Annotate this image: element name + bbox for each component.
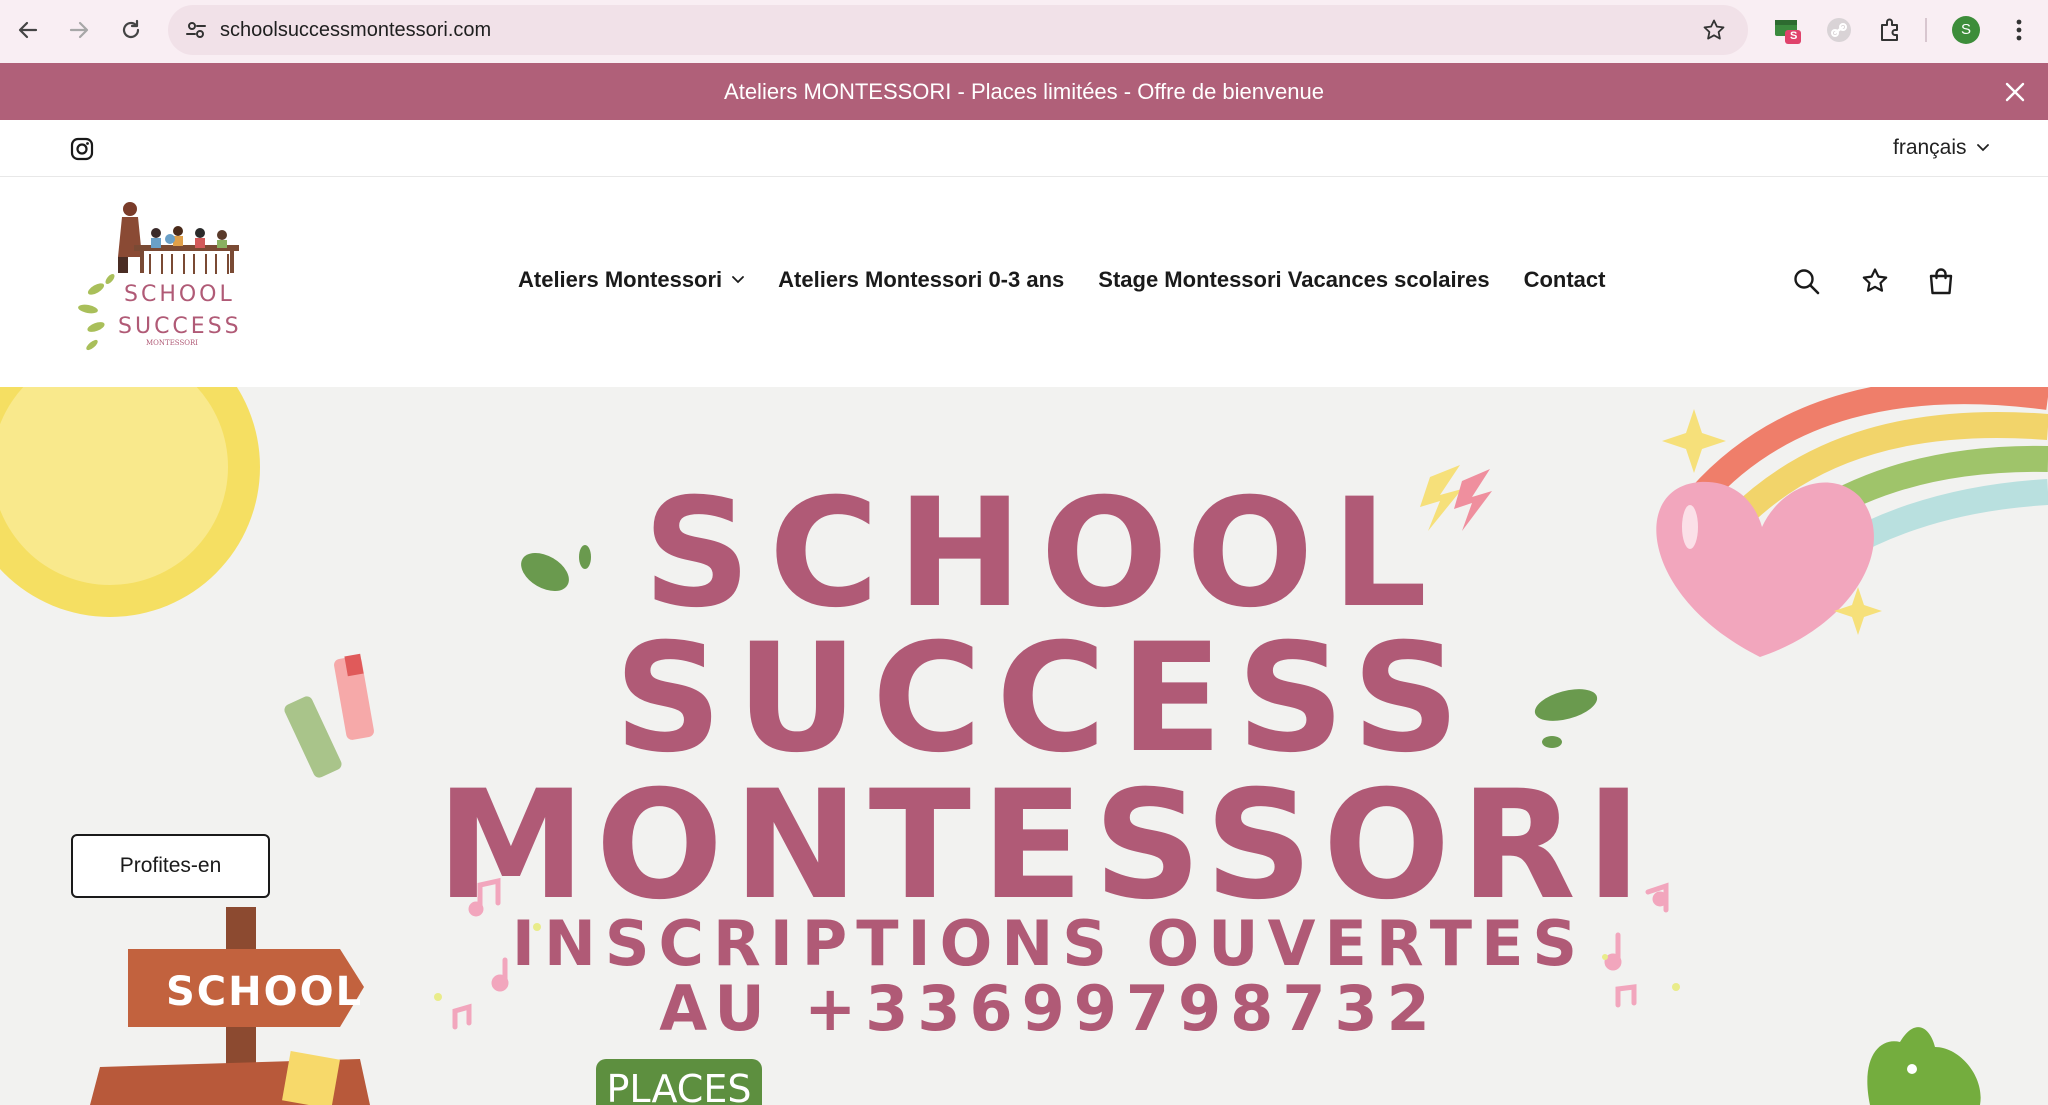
nav-item-ateliers-0-3[interactable]: Ateliers Montessori 0-3 ans	[778, 267, 1064, 293]
main-navigation: Ateliers Montessori Ateliers Montessori …	[518, 267, 1605, 293]
reload-button[interactable]	[115, 14, 147, 46]
wallet-extension-icon	[1775, 20, 1801, 44]
close-icon[interactable]	[2004, 81, 2026, 103]
chevron-down-icon	[1976, 144, 1989, 152]
extensions-button[interactable]	[1876, 16, 1904, 49]
search-icon[interactable]	[1792, 267, 1820, 295]
toolbar-divider	[1925, 18, 1927, 42]
kebab-menu-icon	[2016, 19, 2022, 41]
back-button[interactable]	[12, 14, 44, 46]
logo-text-success: SUCCESS	[118, 314, 242, 339]
url-text: schoolsuccessmontessori.com	[220, 19, 492, 41]
utility-bar: français	[0, 120, 2048, 177]
hero-line-phone: AU +33699798732	[659, 972, 1439, 1045]
chevron-down-icon	[732, 276, 745, 284]
site-settings-icon[interactable]	[184, 18, 208, 42]
nav-item-contact[interactable]: Contact	[1524, 267, 1606, 293]
profile-avatar[interactable]: S	[1952, 16, 1980, 44]
nav-item-ateliers[interactable]: Ateliers Montessori	[518, 267, 745, 293]
browser-toolbar: schoolsuccessmontessori.com S S	[0, 0, 2048, 63]
announcement-bar: Ateliers MONTESSORI - Places limitées - …	[0, 63, 2048, 120]
hero-banner: SCHOOL SCHOOL SUCCESS MONTESSORI INSCRIP…	[0, 387, 2048, 1105]
bookmark-star-icon[interactable]	[1702, 18, 1726, 42]
nav-item-stage[interactable]: Stage Montessori Vacances scolaires	[1098, 267, 1489, 293]
extension-badge: S	[1790, 30, 1798, 42]
address-bar[interactable]: schoolsuccessmontessori.com	[168, 5, 1748, 55]
link-extension-icon	[1827, 18, 1851, 42]
cart-bag-icon[interactable]	[1927, 267, 1955, 295]
nav-label: Stage Montessori Vacances scolaires	[1098, 267, 1490, 292]
hero-line-inscriptions: INSCRIPTIONS OUVERTES	[511, 907, 1587, 980]
nav-label: Contact	[1523, 267, 1606, 292]
profites-en-button[interactable]: Profites-en	[71, 834, 270, 898]
puzzle-icon	[1881, 18, 1898, 41]
announcement-text[interactable]: Ateliers MONTESSORI - Places limitées - …	[0, 63, 2048, 120]
nav-label: Ateliers Montessori 0-3 ans	[778, 267, 1065, 292]
wishlist-star-icon[interactable]	[1861, 267, 1889, 295]
logo-illustration: SCHOOL SUCCESS MONTESSORI	[78, 202, 242, 351]
instagram-icon[interactable]	[70, 137, 94, 161]
site-logo[interactable]: SCHOOL SUCCESS MONTESSORI	[74, 199, 256, 359]
browser-menu-button[interactable]	[2005, 16, 2033, 49]
logo-text-montessori: MONTESSORI	[146, 339, 198, 347]
extension-link[interactable]	[1825, 16, 1853, 49]
places-badge: PLACES	[596, 1059, 762, 1105]
site-header: SCHOOL SUCCESS MONTESSORI Ateliers Monte…	[0, 177, 2048, 387]
language-selector[interactable]: français	[1893, 136, 1989, 160]
nav-label: Ateliers Montessori	[518, 267, 723, 292]
arrow-left-icon	[18, 21, 38, 39]
forward-button[interactable]	[63, 14, 95, 46]
arrow-right-icon	[69, 21, 89, 39]
language-label: français	[1893, 136, 1967, 159]
extension-wallet[interactable]: S	[1773, 16, 1803, 51]
reload-icon	[122, 19, 140, 39]
logo-text-school: SCHOOL	[124, 282, 235, 307]
